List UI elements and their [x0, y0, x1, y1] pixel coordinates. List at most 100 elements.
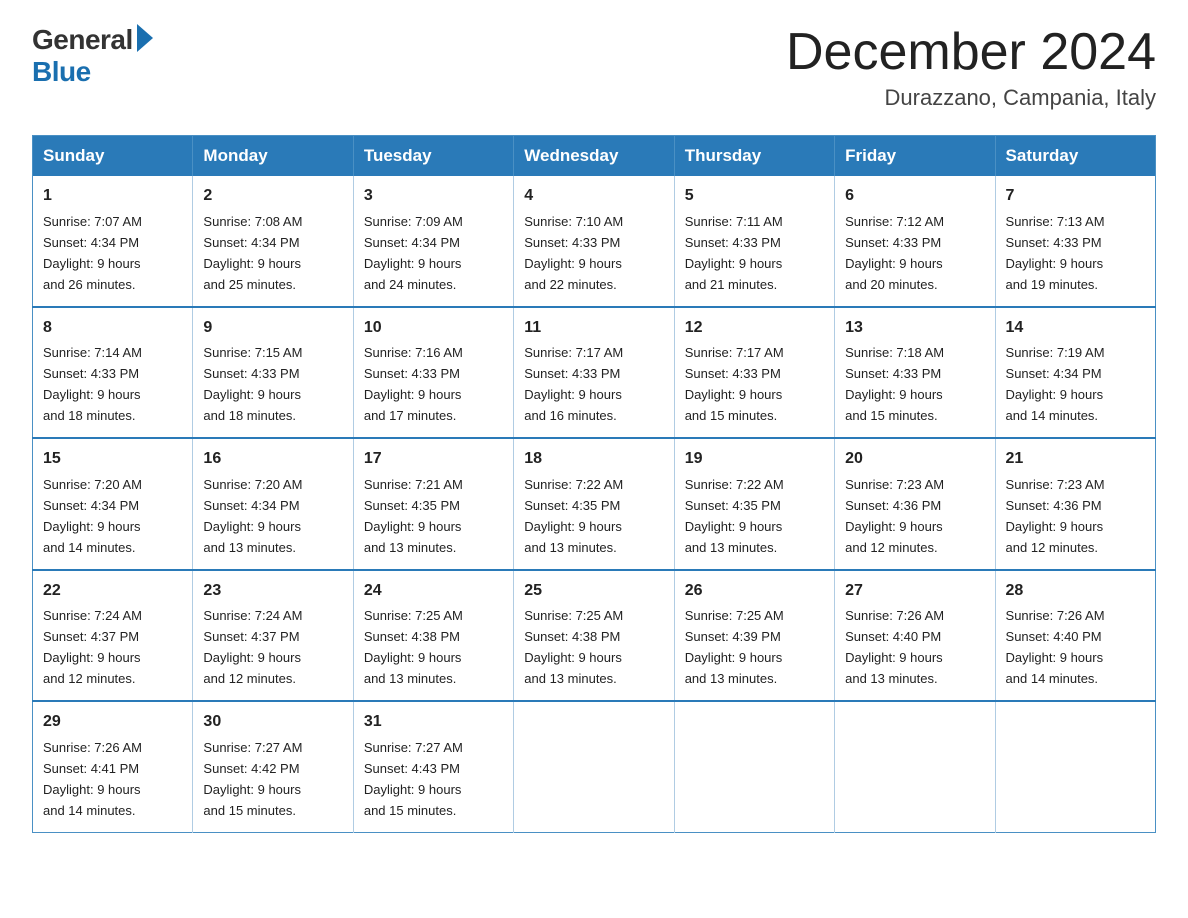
- day-number: 3: [364, 184, 503, 209]
- calendar-cell: 14 Sunrise: 7:19 AMSunset: 4:34 PMDayligh…: [995, 307, 1155, 438]
- day-info: Sunrise: 7:19 AMSunset: 4:34 PMDaylight:…: [1006, 345, 1105, 423]
- calendar-cell: 6Sunrise: 7:12 AMSunset: 4:33 PMDaylight…: [835, 176, 995, 306]
- calendar-cell: 26 Sunrise: 7:25 AMSunset: 4:39 PMDayligh…: [674, 570, 834, 701]
- location-text: Durazzano, Campania, Italy: [786, 85, 1156, 111]
- weekday-header-tuesday: Tuesday: [353, 136, 513, 177]
- day-info: Sunrise: 7:27 AMSunset: 4:42 PMDaylight:…: [203, 740, 302, 818]
- title-block: December 2024 Durazzano, Campania, Italy: [786, 24, 1156, 111]
- weekday-header-monday: Monday: [193, 136, 353, 177]
- day-number: 23: [203, 579, 342, 604]
- day-number: 27: [845, 579, 984, 604]
- day-info: Sunrise: 7:08 AMSunset: 4:34 PMDaylight:…: [203, 214, 302, 292]
- day-number: 30: [203, 710, 342, 735]
- day-info: Sunrise: 7:23 AMSunset: 4:36 PMDaylight:…: [1006, 477, 1105, 555]
- day-info: Sunrise: 7:22 AMSunset: 4:35 PMDaylight:…: [524, 477, 623, 555]
- day-number: 24: [364, 579, 503, 604]
- calendar-cell: 12Sunrise: 7:17 AMSunset: 4:33 PMDayligh…: [674, 307, 834, 438]
- day-number: 26: [685, 579, 824, 604]
- calendar-cell: 9 Sunrise: 7:15 AMSunset: 4:33 PMDaylight…: [193, 307, 353, 438]
- calendar-cell: 28 Sunrise: 7:26 AMSunset: 4:40 PMDayligh…: [995, 570, 1155, 701]
- day-number: 28: [1006, 579, 1145, 604]
- day-info: Sunrise: 7:26 AMSunset: 4:40 PMDaylight:…: [845, 608, 944, 686]
- weekday-header-sunday: Sunday: [33, 136, 193, 177]
- day-info: Sunrise: 7:15 AMSunset: 4:33 PMDaylight:…: [203, 345, 302, 423]
- calendar-cell: 23Sunrise: 7:24 AMSunset: 4:37 PMDayligh…: [193, 570, 353, 701]
- day-info: Sunrise: 7:26 AMSunset: 4:41 PMDaylight:…: [43, 740, 142, 818]
- calendar-cell: 13 Sunrise: 7:18 AMSunset: 4:33 PMDayligh…: [835, 307, 995, 438]
- day-info: Sunrise: 7:26 AMSunset: 4:40 PMDaylight:…: [1006, 608, 1105, 686]
- day-number: 8: [43, 316, 182, 341]
- weekday-header-thursday: Thursday: [674, 136, 834, 177]
- calendar-week-row: 8Sunrise: 7:14 AMSunset: 4:33 PMDaylight…: [33, 307, 1156, 438]
- day-info: Sunrise: 7:09 AMSunset: 4:34 PMDaylight:…: [364, 214, 463, 292]
- month-title: December 2024: [786, 24, 1156, 81]
- day-number: 11: [524, 316, 663, 341]
- calendar-cell: 16Sunrise: 7:20 AMSunset: 4:34 PMDayligh…: [193, 438, 353, 569]
- day-number: 31: [364, 710, 503, 735]
- calendar-week-row: 15 Sunrise: 7:20 AMSunset: 4:34 PMDayligh…: [33, 438, 1156, 569]
- day-info: Sunrise: 7:12 AMSunset: 4:33 PMDaylight:…: [845, 214, 944, 292]
- day-info: Sunrise: 7:21 AMSunset: 4:35 PMDaylight:…: [364, 477, 463, 555]
- calendar-cell: 8Sunrise: 7:14 AMSunset: 4:33 PMDaylight…: [33, 307, 193, 438]
- calendar-cell: 5Sunrise: 7:11 AMSunset: 4:33 PMDaylight…: [674, 176, 834, 306]
- calendar-cell: 18Sunrise: 7:22 AMSunset: 4:35 PMDayligh…: [514, 438, 674, 569]
- day-number: 19: [685, 447, 824, 472]
- calendar-cell: 25 Sunrise: 7:25 AMSunset: 4:38 PMDayligh…: [514, 570, 674, 701]
- calendar-cell: 22 Sunrise: 7:24 AMSunset: 4:37 PMDayligh…: [33, 570, 193, 701]
- day-number: 2: [203, 184, 342, 209]
- day-number: 21: [1006, 447, 1145, 472]
- day-info: Sunrise: 7:20 AMSunset: 4:34 PMDaylight:…: [203, 477, 302, 555]
- day-info: Sunrise: 7:25 AMSunset: 4:39 PMDaylight:…: [685, 608, 784, 686]
- day-info: Sunrise: 7:16 AMSunset: 4:33 PMDaylight:…: [364, 345, 463, 423]
- calendar-cell: 15 Sunrise: 7:20 AMSunset: 4:34 PMDayligh…: [33, 438, 193, 569]
- logo-blue-text: Blue: [32, 56, 91, 88]
- day-number: 29: [43, 710, 182, 735]
- day-number: 9: [203, 316, 342, 341]
- day-number: 4: [524, 184, 663, 209]
- calendar-cell: 7 Sunrise: 7:13 AMSunset: 4:33 PMDaylight…: [995, 176, 1155, 306]
- calendar-cell: 24Sunrise: 7:25 AMSunset: 4:38 PMDayligh…: [353, 570, 513, 701]
- day-info: Sunrise: 7:27 AMSunset: 4:43 PMDaylight:…: [364, 740, 463, 818]
- calendar-cell: [674, 701, 834, 832]
- calendar-cell: 4 Sunrise: 7:10 AMSunset: 4:33 PMDaylight…: [514, 176, 674, 306]
- day-number: 22: [43, 579, 182, 604]
- calendar-cell: 11 Sunrise: 7:17 AMSunset: 4:33 PMDayligh…: [514, 307, 674, 438]
- day-number: 14: [1006, 316, 1145, 341]
- weekday-header-friday: Friday: [835, 136, 995, 177]
- weekday-header-wednesday: Wednesday: [514, 136, 674, 177]
- day-number: 5: [685, 184, 824, 209]
- day-info: Sunrise: 7:24 AMSunset: 4:37 PMDaylight:…: [43, 608, 142, 686]
- day-info: Sunrise: 7:07 AMSunset: 4:34 PMDaylight:…: [43, 214, 142, 292]
- calendar-cell: 2 Sunrise: 7:08 AMSunset: 4:34 PMDaylight…: [193, 176, 353, 306]
- day-number: 25: [524, 579, 663, 604]
- calendar-cell: [835, 701, 995, 832]
- calendar-cell: 21 Sunrise: 7:23 AMSunset: 4:36 PMDayligh…: [995, 438, 1155, 569]
- day-info: Sunrise: 7:18 AMSunset: 4:33 PMDaylight:…: [845, 345, 944, 423]
- calendar-cell: 20 Sunrise: 7:23 AMSunset: 4:36 PMDayligh…: [835, 438, 995, 569]
- calendar-cell: 1 Sunrise: 7:07 AMSunset: 4:34 PMDaylight…: [33, 176, 193, 306]
- day-number: 13: [845, 316, 984, 341]
- day-info: Sunrise: 7:20 AMSunset: 4:34 PMDaylight:…: [43, 477, 142, 555]
- day-number: 7: [1006, 184, 1145, 209]
- day-number: 17: [364, 447, 503, 472]
- calendar-cell: 3 Sunrise: 7:09 AMSunset: 4:34 PMDaylight…: [353, 176, 513, 306]
- calendar-cell: 10Sunrise: 7:16 AMSunset: 4:33 PMDayligh…: [353, 307, 513, 438]
- weekday-header-saturday: Saturday: [995, 136, 1155, 177]
- day-info: Sunrise: 7:25 AMSunset: 4:38 PMDaylight:…: [524, 608, 623, 686]
- calendar-week-row: 22 Sunrise: 7:24 AMSunset: 4:37 PMDayligh…: [33, 570, 1156, 701]
- calendar-week-row: 1 Sunrise: 7:07 AMSunset: 4:34 PMDaylight…: [33, 176, 1156, 306]
- calendar-week-row: 29 Sunrise: 7:26 AMSunset: 4:41 PMDayligh…: [33, 701, 1156, 832]
- day-info: Sunrise: 7:22 AMSunset: 4:35 PMDaylight:…: [685, 477, 784, 555]
- day-info: Sunrise: 7:23 AMSunset: 4:36 PMDaylight:…: [845, 477, 944, 555]
- day-number: 1: [43, 184, 182, 209]
- day-number: 20: [845, 447, 984, 472]
- day-number: 12: [685, 316, 824, 341]
- day-info: Sunrise: 7:13 AMSunset: 4:33 PMDaylight:…: [1006, 214, 1105, 292]
- day-number: 15: [43, 447, 182, 472]
- calendar-cell: 19 Sunrise: 7:22 AMSunset: 4:35 PMDayligh…: [674, 438, 834, 569]
- calendar-cell: 30 Sunrise: 7:27 AMSunset: 4:42 PMDayligh…: [193, 701, 353, 832]
- calendar-table: SundayMondayTuesdayWednesdayThursdayFrid…: [32, 135, 1156, 832]
- logo: General Blue: [32, 24, 153, 88]
- day-info: Sunrise: 7:10 AMSunset: 4:33 PMDaylight:…: [524, 214, 623, 292]
- day-info: Sunrise: 7:17 AMSunset: 4:33 PMDaylight:…: [524, 345, 623, 423]
